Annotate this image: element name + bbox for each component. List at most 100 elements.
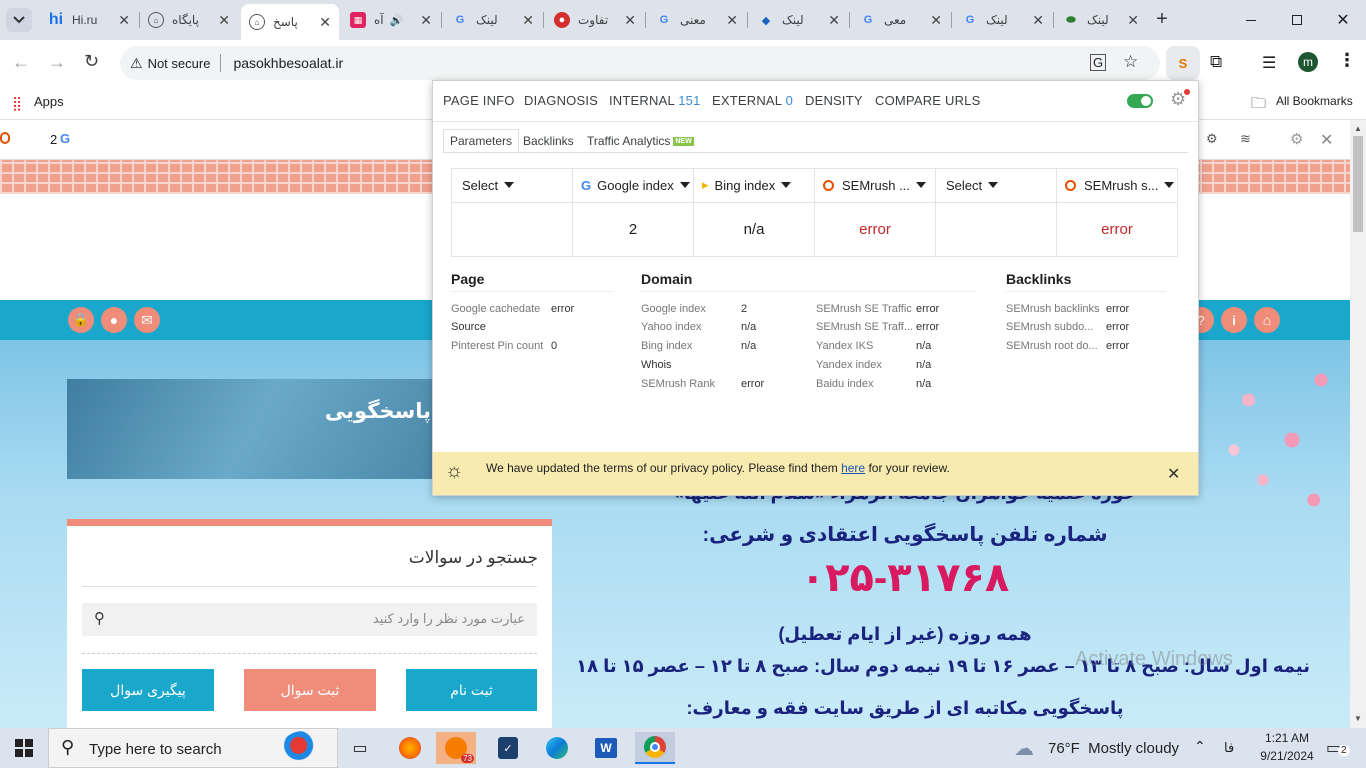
param-select-4[interactable]: Select	[936, 168, 1057, 203]
weather-icon[interactable]: ☁	[1014, 736, 1034, 761]
apps-icon[interactable]: ⣿	[12, 95, 22, 112]
subtab-backlinks[interactable]: Backlinks	[517, 129, 580, 153]
security-label[interactable]: Not secure	[148, 56, 211, 71]
close-icon[interactable]: ✕	[624, 12, 636, 29]
track-question-button[interactable]: پیگیری سوال	[82, 669, 214, 711]
chrome-button[interactable]	[635, 732, 675, 764]
word-button[interactable]: W	[586, 732, 626, 764]
stat-value[interactable]: error	[551, 303, 574, 315]
stat-value[interactable]: error	[916, 321, 939, 333]
param-select-0[interactable]: Select	[452, 168, 573, 203]
tab-1[interactable]: ⌂ پایگاه ✕	[140, 6, 238, 34]
tab-density[interactable]: DENSITY	[805, 93, 863, 108]
seo-extension-button[interactable]: S	[1166, 46, 1200, 80]
register-button[interactable]: ثبت نام	[406, 669, 537, 711]
stat-value[interactable]: error	[1106, 321, 1129, 333]
warning-icon[interactable]: ⚠	[130, 55, 143, 72]
submit-question-button[interactable]: ثبت سوال	[244, 669, 376, 711]
back-icon[interactable]: ←	[12, 52, 30, 73]
close-icon[interactable]: ✕	[319, 14, 331, 31]
restore-button[interactable]	[1274, 0, 1320, 40]
subtab-traffic-analytics[interactable]: Traffic Analytics NEW	[581, 129, 700, 153]
tab-5[interactable]: ● تفاوت ✕	[546, 6, 644, 34]
start-button[interactable]	[4, 732, 44, 764]
stat-value[interactable]: error	[1106, 340, 1129, 352]
param-select-5[interactable]: SEMrush s...	[1057, 168, 1178, 203]
reading-list-icon[interactable]: ☰	[1262, 53, 1276, 73]
user-icon[interactable]: ●	[101, 307, 127, 333]
tab-compare-urls[interactable]: COMPARE URLS	[875, 93, 980, 108]
weather-text[interactable]: 76°F Mostly cloudy	[1048, 740, 1179, 757]
clock-date[interactable]: 9/21/2024	[1256, 749, 1318, 763]
enable-toggle[interactable]	[1127, 94, 1153, 108]
param-select-3[interactable]: SEMrush ...	[815, 168, 936, 203]
address-bar[interactable]: ⚠ Not secure pasokhbesoalat.ir G ☆	[120, 46, 1160, 80]
page-scrollbar[interactable]: ▲ ▼	[1350, 120, 1366, 728]
tab-internal[interactable]: INTERNAL 151	[609, 93, 701, 108]
home-icon[interactable]: ⌂	[1254, 307, 1280, 333]
tab-page-info[interactable]: PAGE INFO	[443, 93, 515, 108]
gear-icon[interactable]: ⚙	[1290, 130, 1303, 148]
tab-0[interactable]: hi Hi.ru ✕	[40, 6, 138, 34]
close-icon[interactable]: ✕	[1320, 130, 1333, 150]
reload-icon[interactable]: ↻	[84, 51, 99, 72]
tab-9[interactable]: G لینک ✕	[954, 6, 1052, 34]
tool-icon[interactable]: ⚙	[1206, 131, 1218, 147]
defender-button[interactable]: ✓	[488, 732, 528, 764]
taskbar-search[interactable]: ⚲ Type here to search	[48, 728, 338, 768]
close-window-button[interactable]: ✕	[1320, 0, 1366, 40]
speaker-icon[interactable]: 🔊	[390, 14, 404, 27]
new-tab-button[interactable]: +	[1151, 8, 1173, 32]
close-icon[interactable]: ✕	[726, 12, 738, 29]
all-bookmarks-link[interactable]: All Bookmarks	[1276, 94, 1353, 108]
scroll-up-icon[interactable]: ▲	[1354, 124, 1362, 133]
tab-search-button[interactable]	[6, 8, 32, 32]
edge-button[interactable]	[537, 732, 577, 764]
url-text[interactable]: pasokhbesoalat.ir	[233, 55, 343, 71]
privacy-link[interactable]: here	[841, 461, 865, 475]
app-button[interactable]: 73	[436, 732, 476, 764]
tab-6[interactable]: G معنی ✕	[648, 6, 746, 34]
folder-icon[interactable]: 🗀	[1251, 93, 1266, 118]
stat-value[interactable]: error	[916, 303, 939, 315]
search-icon[interactable]: ⚲	[94, 609, 105, 627]
tool-icon[interactable]: ≋	[1240, 131, 1251, 147]
chevron-up-icon[interactable]: ⌃	[1194, 738, 1206, 755]
mail-icon[interactable]: ✉	[134, 307, 160, 333]
close-icon[interactable]: ✕	[1167, 464, 1180, 484]
task-view-button[interactable]: ▭	[340, 732, 380, 764]
translate-icon[interactable]: G	[1090, 54, 1107, 71]
close-icon[interactable]: ✕	[118, 12, 130, 29]
close-icon[interactable]: ✕	[522, 12, 534, 29]
close-icon[interactable]: ✕	[420, 12, 432, 29]
tab-10[interactable]: ⬬ لینک ✕	[1055, 6, 1147, 34]
close-icon[interactable]: ✕	[930, 12, 942, 29]
apps-link[interactable]: Apps	[34, 94, 64, 109]
menu-icon[interactable]: ⋮	[1338, 50, 1356, 71]
scroll-thumb[interactable]	[1353, 136, 1363, 232]
tab-4[interactable]: G لینک ✕	[444, 6, 542, 34]
param-value[interactable]: error	[815, 203, 936, 257]
scroll-down-icon[interactable]: ▼	[1354, 714, 1362, 723]
source-link[interactable]: Source	[451, 321, 486, 333]
close-icon[interactable]: ✕	[1127, 12, 1139, 29]
tab-8[interactable]: G معی ✕	[852, 6, 950, 34]
tab-3[interactable]: ▦ آه 🔊 ✕	[342, 6, 440, 34]
language-indicator[interactable]: فا	[1224, 740, 1234, 756]
info-icon[interactable]: i	[1221, 307, 1247, 333]
param-select-2[interactable]: ▸ Bing index	[694, 168, 815, 203]
tab-external[interactable]: EXTERNAL 0	[712, 93, 793, 108]
tab-2-active[interactable]: ⌂ پاسخ ✕	[241, 4, 339, 40]
puzzle-icon[interactable]: ⧉	[1210, 52, 1222, 72]
subtab-parameters[interactable]: Parameters	[443, 129, 520, 153]
close-icon[interactable]: ✕	[1032, 12, 1044, 29]
tab-diagnosis[interactable]: DIAGNOSIS	[524, 93, 598, 108]
tab-7[interactable]: ◆ لینک ✕	[750, 6, 848, 34]
whois-link[interactable]: Whois	[641, 359, 672, 371]
avatar[interactable]: m	[1298, 52, 1318, 72]
search-input[interactable]: عبارت مورد نظر را وارد کنید ⚲	[82, 603, 537, 636]
star-icon[interactable]: ☆	[1123, 52, 1138, 72]
close-icon[interactable]: ✕	[828, 12, 840, 29]
param-value[interactable]: 2	[573, 203, 694, 257]
param-select-1[interactable]: G Google index	[573, 168, 694, 203]
